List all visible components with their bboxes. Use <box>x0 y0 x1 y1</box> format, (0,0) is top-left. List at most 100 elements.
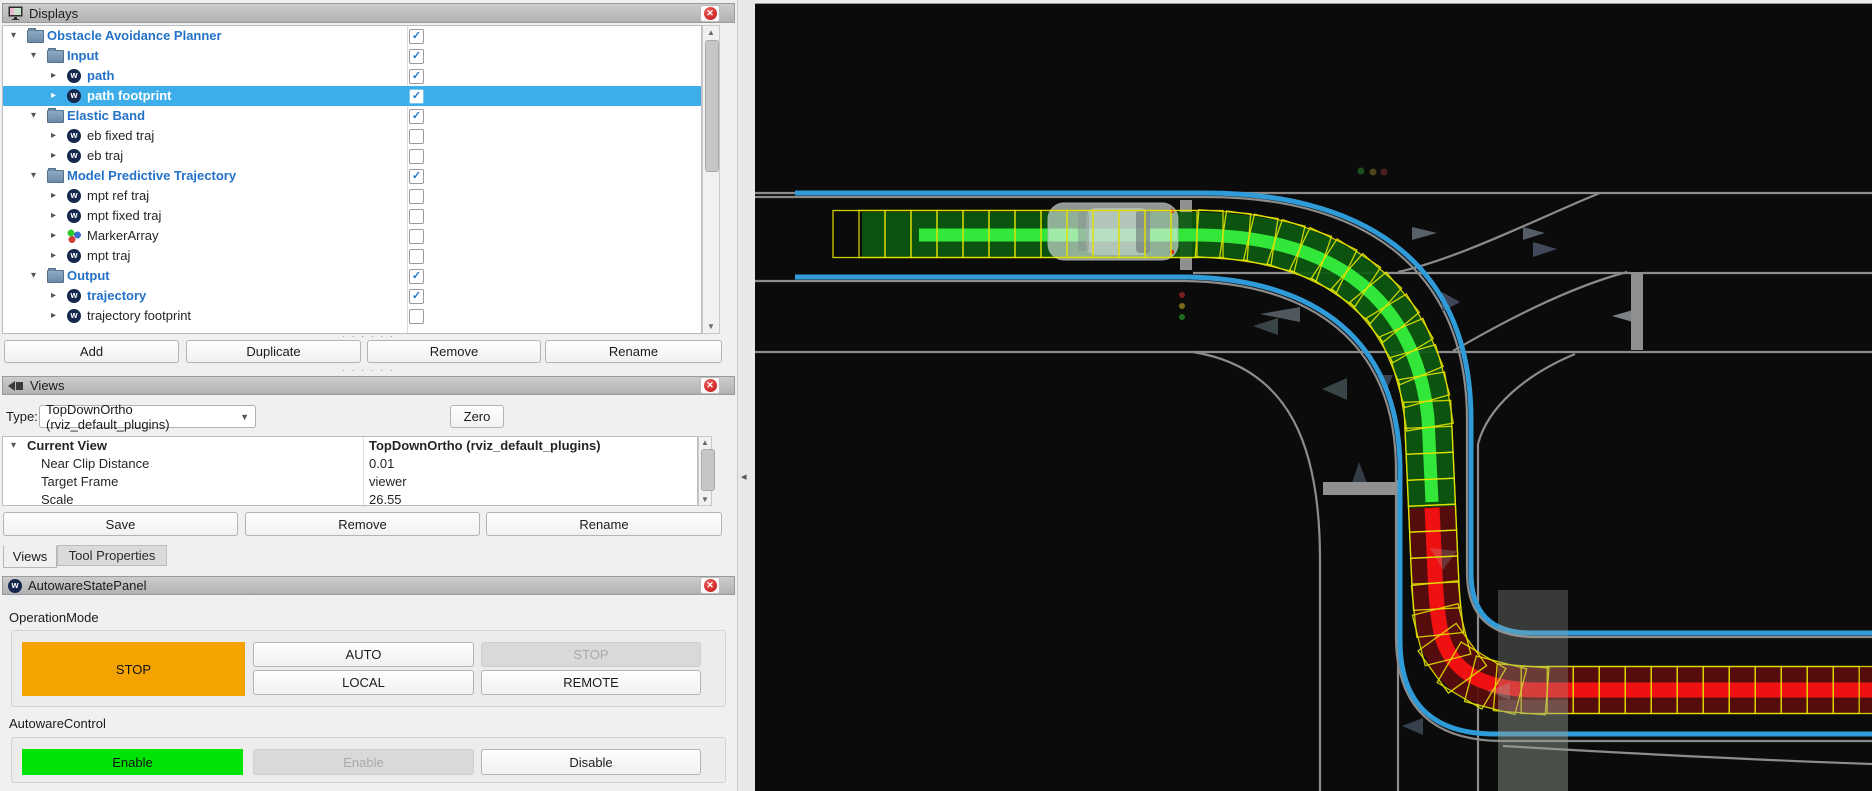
panel-resize-handle[interactable]: · · · · · · <box>2 366 735 375</box>
collapse-expander-icon[interactable]: ▾ <box>31 106 36 126</box>
expand-expander-icon[interactable]: ▸ <box>51 146 56 166</box>
property-value: TopDownOrtho (rviz_default_plugins) <box>369 438 601 453</box>
current-view-properties[interactable]: ▾ Current View TopDownOrtho (rviz_default_… <box>2 436 698 506</box>
tree-item-label: trajectory footprint <box>87 308 192 323</box>
tab-tool-properties[interactable]: Tool Properties <box>57 545 167 566</box>
remove-view-button[interactable]: Remove <box>245 512 480 536</box>
checked-checkbox[interactable]: ✓ <box>409 109 424 124</box>
expand-expander-icon[interactable]: ▸ <box>51 86 56 106</box>
expand-expander-icon[interactable]: ▸ <box>51 66 56 86</box>
tree-item-label: Model Predictive Trajectory <box>67 168 237 183</box>
views-scrollbar[interactable]: ▲ ▼ <box>698 436 715 506</box>
tree-row[interactable]: ▾ Elastic Band ✓ <box>3 106 701 126</box>
tree-row[interactable]: ▾ Model Predictive Trajectory ✓ <box>3 166 701 186</box>
local-button[interactable]: LOCAL <box>253 670 474 695</box>
disable-button[interactable]: Disable <box>481 749 701 775</box>
scroll-up-icon[interactable]: ▲ <box>703 28 719 37</box>
expand-expander-icon[interactable]: ▸ <box>51 126 56 146</box>
checked-checkbox[interactable]: ✓ <box>409 289 424 304</box>
unchecked-checkbox[interactable] <box>409 149 424 164</box>
panel-splitter[interactable]: ◂ <box>737 0 755 791</box>
checked-checkbox[interactable]: ✓ <box>409 89 424 104</box>
collapse-expander-icon[interactable]: ▾ <box>31 46 36 66</box>
rviz-3d-viewport[interactable] <box>755 0 1872 791</box>
folder-icon <box>47 268 64 283</box>
expand-expander-icon[interactable]: ▸ <box>51 186 56 206</box>
tree-item-label: mpt ref traj <box>87 188 150 203</box>
autoware-panel-close-button[interactable]: ✕ <box>700 577 720 594</box>
control-state-indicator: Enable <box>22 749 243 775</box>
scroll-down-icon[interactable]: ▼ <box>699 495 711 504</box>
tree-item-label: Elastic Band <box>67 108 146 123</box>
checked-checkbox[interactable]: ✓ <box>409 29 424 44</box>
view-type-dropdown[interactable]: TopDownOrtho (rviz_default_plugins) ▼ <box>39 402 256 432</box>
property-row[interactable]: Scale 26.55 <box>3 491 697 506</box>
panel-resize-handle[interactable]: · · · · · · <box>2 332 735 341</box>
unchecked-checkbox[interactable] <box>409 309 424 324</box>
tree-row[interactable]: ▸ w eb fixed traj <box>3 126 701 146</box>
expand-expander-icon[interactable]: ▸ <box>51 226 56 246</box>
auto-button[interactable]: AUTO <box>253 642 474 667</box>
expand-expander-icon[interactable]: ▸ <box>51 306 56 326</box>
add-display-button[interactable]: Add <box>4 340 179 363</box>
tree-row[interactable]: ▸ w path footprint ✓ <box>3 86 701 106</box>
collapse-expander-icon[interactable]: ▾ <box>31 166 36 186</box>
checked-checkbox[interactable]: ✓ <box>409 69 424 84</box>
tree-row[interactable]: ▾ Obstacle Avoidance Planner ✓ <box>3 26 701 46</box>
tree-row[interactable]: ▸ w trajectory ✓ <box>3 286 701 306</box>
displays-close-button[interactable]: ✕ <box>700 4 720 22</box>
tree-row[interactable]: ▸ w mpt fixed traj <box>3 206 701 226</box>
property-row[interactable]: Near Clip Distance 0.01 <box>3 455 697 473</box>
expand-expander-icon[interactable]: ▸ <box>51 206 56 226</box>
folder-icon <box>27 28 44 43</box>
checked-checkbox[interactable]: ✓ <box>409 269 424 284</box>
stop-button[interactable]: STOP <box>481 642 701 667</box>
scroll-down-icon[interactable]: ▼ <box>703 322 719 331</box>
views-close-button[interactable]: ✕ <box>700 377 720 394</box>
stop-line-marking <box>1631 272 1643 350</box>
unchecked-checkbox[interactable] <box>409 249 424 264</box>
scroll-up-icon[interactable]: ▲ <box>699 438 711 447</box>
unchecked-checkbox[interactable] <box>409 189 424 204</box>
displays-scrollbar[interactable]: ▲ ▼ <box>702 25 720 334</box>
displays-tree[interactable]: ▾ Obstacle Avoidance Planner ✓ ▾ Input ✓ ▸ w pat… <box>2 25 702 334</box>
chevron-down-icon: ▼ <box>240 411 249 422</box>
zero-button[interactable]: Zero <box>450 405 504 428</box>
duplicate-display-button[interactable]: Duplicate <box>186 340 361 363</box>
tree-row[interactable]: ▸ w trajectory footprint <box>3 306 701 326</box>
property-label: Target Frame <box>41 474 119 489</box>
property-label: Scale <box>41 492 74 506</box>
remote-button[interactable]: REMOTE <box>481 670 701 695</box>
tree-row[interactable]: ▸ w eb traj <box>3 146 701 166</box>
collapse-expander-icon[interactable]: ▾ <box>11 26 16 46</box>
collapse-expander-icon[interactable]: ▾ <box>31 266 36 286</box>
tree-row[interactable]: ▾ Input ✓ <box>3 46 701 66</box>
remove-display-button[interactable]: Remove <box>367 340 541 363</box>
unchecked-checkbox[interactable] <box>409 229 424 244</box>
tree-row[interactable]: ▾ Output ✓ <box>3 266 701 286</box>
unchecked-checkbox[interactable] <box>409 209 424 224</box>
scrollbar-thumb[interactable] <box>705 40 719 172</box>
unchecked-checkbox[interactable] <box>409 129 424 144</box>
tree-row[interactable]: ▸ MarkerArray <box>3 226 701 246</box>
property-row[interactable]: Target Frame viewer <box>3 473 697 491</box>
close-icon: ✕ <box>703 6 717 20</box>
operation-mode-label: OperationMode <box>9 610 99 625</box>
expand-expander-icon[interactable]: ▸ <box>51 286 56 306</box>
tab-views[interactable]: Views <box>3 545 57 568</box>
enable-button[interactable]: Enable <box>253 749 474 775</box>
save-view-button[interactable]: Save <box>3 512 238 536</box>
tree-row[interactable]: ▸ w path ✓ <box>3 66 701 86</box>
rename-view-button[interactable]: Rename <box>486 512 722 536</box>
checked-checkbox[interactable]: ✓ <box>409 169 424 184</box>
expand-expander-icon[interactable]: ▸ <box>51 246 56 266</box>
checked-checkbox[interactable]: ✓ <box>409 49 424 64</box>
property-row[interactable]: ▾ Current View TopDownOrtho (rviz_default_… <box>3 437 697 455</box>
collapse-expander-icon[interactable]: ▾ <box>11 437 16 455</box>
tree-row[interactable]: ▸ w mpt ref traj <box>3 186 701 206</box>
scrollbar-thumb[interactable] <box>701 449 715 491</box>
tree-row[interactable]: ▸ w mpt traj <box>3 246 701 266</box>
autoware-panel-title: AutowareStatePanel <box>28 578 147 593</box>
rename-display-button[interactable]: Rename <box>545 340 722 363</box>
collapse-arrow-icon[interactable]: ◂ <box>741 470 747 483</box>
